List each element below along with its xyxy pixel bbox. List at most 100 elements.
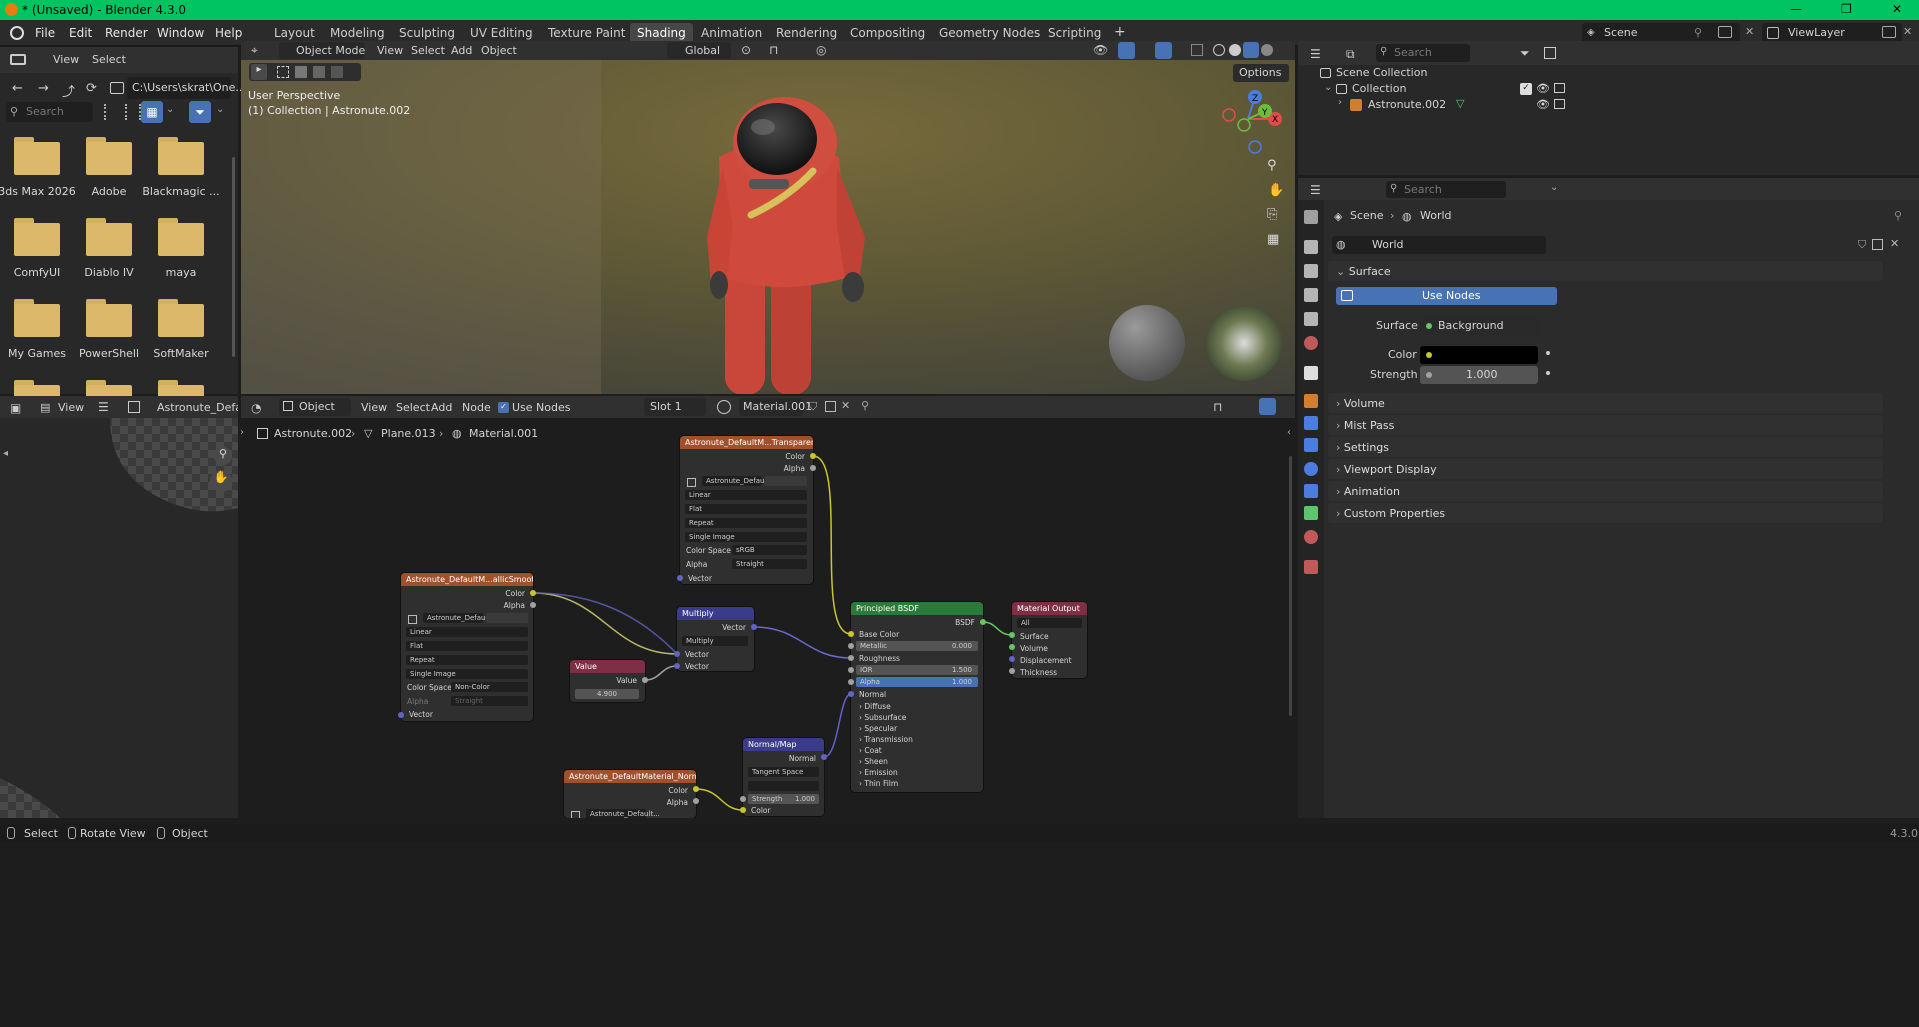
principled-bsdf-node[interactable]: Principled BSDF BSDF Base Color Metallic… — [851, 602, 983, 792]
panel-coat[interactable]: › Coat — [859, 746, 882, 755]
fake-user-icon[interactable]: ⛉ — [1858, 238, 1866, 252]
workspace-tab-scripting[interactable]: Scripting — [1041, 23, 1108, 43]
workspace-tab-rendering[interactable]: Rendering — [769, 23, 844, 43]
folder-item[interactable]: maya — [144, 216, 219, 286]
shading-wire-icon[interactable] — [1213, 44, 1225, 56]
view-layer-tab-icon[interactable] — [1304, 288, 1318, 302]
visibility-icon[interactable]: 👁 — [1093, 43, 1108, 57]
close-window-button[interactable]: ✕ — [1892, 2, 1902, 16]
output-socket-alpha[interactable] — [810, 465, 816, 471]
vp-snap-icon[interactable]: ⊓ — [769, 43, 778, 57]
object-tab-icon[interactable] — [1304, 394, 1318, 408]
filter-icon[interactable]: ⏷ — [189, 101, 211, 123]
world-tab-icon[interactable] — [1304, 336, 1318, 350]
interpolation-dropdown[interactable]: Linear — [685, 490, 807, 500]
expand-chevron-icon[interactable]: ⌄ — [1324, 82, 1332, 93]
input-socket-alpha[interactable] — [848, 679, 854, 685]
input-socket-base-color[interactable] — [848, 631, 854, 637]
output-socket-bsdf[interactable] — [980, 619, 986, 625]
outliner-search-field[interactable]: ⚲ Search — [1376, 44, 1470, 62]
shading-material-icon[interactable] — [1243, 42, 1259, 58]
output-tab-icon[interactable] — [1304, 264, 1318, 278]
space-dropdown[interactable]: Tangent Space — [748, 767, 819, 777]
expand-chevron-icon[interactable]: › — [1338, 97, 1342, 108]
properties-search-field[interactable]: ⚲ Search — [1386, 181, 1506, 198]
navigation-gizmo[interactable]: Z X Y — [1213, 85, 1283, 155]
pan-hand-icon[interactable]: ✋ — [210, 470, 232, 492]
keyframe-dot-icon[interactable] — [1546, 351, 1550, 355]
render-camera-icon[interactable] — [1554, 83, 1565, 93]
projection-dropdown[interactable]: Flat — [406, 641, 528, 651]
image-browse-icon[interactable] — [571, 811, 580, 818]
options-dropdown[interactable]: Options — [1233, 64, 1289, 82]
workspace-tab-sculpting[interactable]: Sculpting — [392, 23, 462, 43]
material-tab-icon[interactable] — [1304, 530, 1318, 544]
particles-tab-icon[interactable] — [1304, 438, 1318, 452]
input-socket-surface[interactable] — [1009, 632, 1015, 638]
panel-specular[interactable]: › Specular — [859, 724, 897, 733]
view-mode-icon[interactable]: ▤ — [40, 401, 50, 414]
shading-rendered-icon[interactable] — [1261, 44, 1273, 56]
include-checkbox-icon[interactable]: ✓ — [1520, 83, 1532, 95]
image-datablock-field[interactable]: Astronute_Default... — [702, 476, 776, 486]
blender-menu-icon[interactable] — [10, 26, 24, 40]
workspace-tab-geometry-nodes[interactable]: Geometry Nodes — [932, 23, 1047, 43]
strength-field[interactable]: Strength 1.000 — [748, 794, 819, 804]
forward-arrow-icon[interactable]: → — [38, 81, 49, 96]
parent-dir-icon[interactable]: ⤴ — [62, 81, 75, 100]
list-horizontal-icon[interactable] — [125, 104, 141, 120]
image-texture-node-transparency[interactable]: Astronute_DefaultM...Transparency_2.png … — [680, 436, 813, 584]
keyframe-dot-icon[interactable] — [1546, 371, 1550, 375]
refresh-icon[interactable]: ⟳ — [86, 81, 97, 96]
surface-shader-field[interactable]: Background — [1420, 317, 1538, 335]
vp-orientation-dropdown[interactable]: Global — [667, 42, 731, 59]
mist-pass-section-header[interactable]: › Mist Pass — [1328, 415, 1883, 435]
color-field[interactable] — [1420, 346, 1538, 364]
folder-item[interactable]: My Games — [0, 297, 75, 367]
image-options-icons[interactable] — [486, 613, 528, 623]
image-options-icons[interactable] — [765, 476, 807, 486]
restore-button[interactable]: ❐ — [1841, 2, 1852, 16]
output-socket-alpha[interactable] — [530, 602, 536, 608]
select-extend-icon[interactable] — [295, 66, 307, 78]
vp-menu-add[interactable]: Add — [451, 44, 472, 57]
menu-edit[interactable]: Edit — [69, 26, 92, 40]
pin-icon[interactable]: ⚲ — [1694, 26, 1702, 39]
unlink-world-icon[interactable]: ✕ — [1890, 237, 1899, 250]
editor-type-folder-icon[interactable] — [10, 54, 26, 65]
alpha-field[interactable]: Alpha 1.000 — [856, 677, 978, 687]
vp-proportional-icon[interactable]: ◎ — [816, 43, 826, 57]
vp-menu-object[interactable]: Object — [481, 44, 517, 57]
menu-window[interactable]: Window — [157, 26, 204, 40]
overlay-toggle-icon[interactable] — [1155, 42, 1172, 59]
workspace-tab-texture-paint[interactable]: Texture Paint — [541, 23, 632, 43]
panel-thin-film[interactable]: › Thin Film — [859, 779, 898, 788]
select-box-icon[interactable] — [277, 66, 289, 78]
delete-scene-icon[interactable]: ✕ — [1745, 25, 1754, 38]
path-field[interactable]: C:\Users\skrat\One... — [127, 77, 246, 99]
pin-icon[interactable]: ⚲ — [1894, 209, 1902, 222]
file-view-menu[interactable]: View — [53, 53, 79, 66]
modifier-tab-icon[interactable] — [1304, 416, 1318, 430]
xray-icon[interactable] — [1191, 44, 1203, 56]
viewport-mode-dropdown[interactable]: Object Mode — [279, 42, 365, 59]
input-socket-vector-2[interactable] — [674, 663, 680, 669]
output-socket-value[interactable] — [642, 677, 648, 683]
input-socket-displacement[interactable] — [1009, 656, 1015, 662]
display-mode-icon[interactable]: ⧉ — [1346, 47, 1355, 62]
volume-section-header[interactable]: › Volume — [1328, 393, 1883, 413]
image-browse-icon[interactable] — [128, 401, 140, 413]
projection-dropdown[interactable]: Flat — [685, 504, 807, 514]
file-select-menu[interactable]: Select — [92, 53, 126, 66]
ortho-grid-icon[interactable]: ▦ — [1267, 232, 1279, 247]
image-editor-panel[interactable]: ▣ ▤ View ☰ Astronute_Defaulti ⚲ ✋ ◂ — [0, 396, 238, 818]
vp-pivot-icon[interactable]: ⊙ — [741, 43, 751, 57]
output-socket-color[interactable] — [530, 590, 536, 596]
source-dropdown[interactable]: Single Image — [685, 532, 807, 542]
world-datablock-field[interactable]: ◍ World — [1332, 236, 1546, 254]
sidebar-toggle-icon[interactable]: ◂ — [3, 448, 8, 459]
image-datablock-field[interactable]: Astronute_Default... — [423, 613, 497, 623]
new-folder-icon[interactable] — [110, 82, 124, 94]
custom-properties-section-header[interactable]: › Custom Properties — [1328, 503, 1883, 523]
physics-tab-icon[interactable] — [1304, 462, 1318, 476]
